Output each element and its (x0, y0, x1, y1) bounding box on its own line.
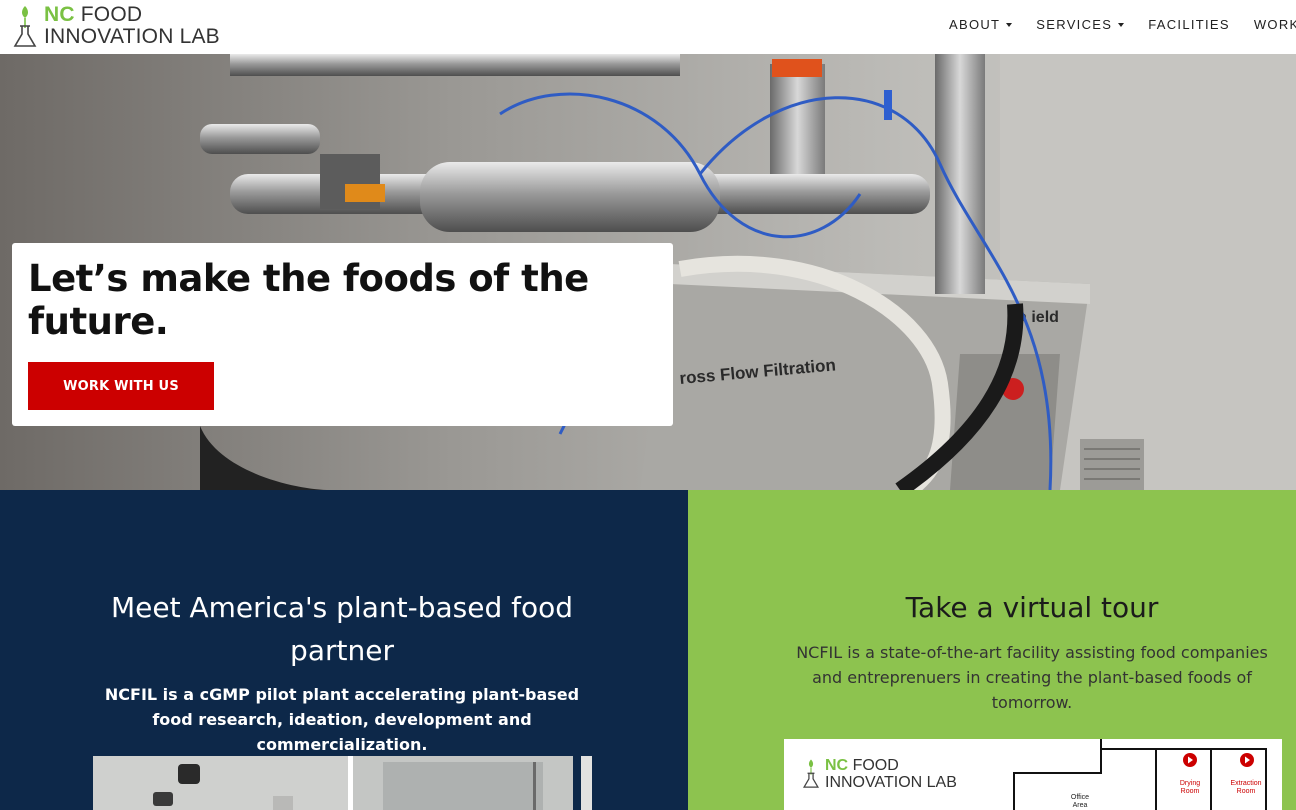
virtual-tour-section: Take a virtual tour NCFIL is a state-of-… (688, 490, 1296, 810)
tour-logo-text: NC FOOD INNOVATION LAB (825, 757, 957, 791)
nav-about-label: ABOUT (949, 17, 1001, 32)
virtual-tour-description: NCFIL is a state-of-the-art facility ass… (796, 643, 1268, 712)
tour-logo: NC FOOD INNOVATION LAB (802, 757, 957, 791)
flask-leaf-icon (802, 759, 820, 788)
hero-title: Let’s make the foods of the future. (28, 257, 589, 343)
tour-logo-nc: NC (825, 757, 849, 774)
logo-nc: NC (44, 3, 75, 26)
nav-facilities-label: FACILITIES (1148, 17, 1230, 32)
chevron-down-icon (1006, 22, 1013, 27)
nav-services-label: SERVICES (1036, 17, 1113, 32)
site-header: NC FOOD INNOVATION LAB ABOUT SERVICES FA… (0, 0, 1296, 54)
hero-card: Let’s make the foods of the future. WORK… (12, 243, 673, 426)
floor-plan-map (1013, 739, 1267, 810)
logo-line2: INNOVATION LAB (44, 25, 220, 48)
nav-work-with-us[interactable]: WORK W (1254, 17, 1296, 32)
office-area-label: Office Area (1070, 794, 1090, 809)
nav-facilities[interactable]: FACILITIES (1148, 17, 1230, 32)
nav-services[interactable]: SERVICES (1036, 17, 1125, 32)
flask-leaf-icon (13, 6, 37, 47)
facility-photo[interactable] (93, 756, 592, 810)
logo-text: NC FOOD INNOVATION LAB (44, 4, 220, 48)
room-label-extraction: Extraction Room (1230, 780, 1262, 795)
hero-section: ross Flow Filtration a ield Let’s make t… (0, 54, 1296, 490)
virtual-tour-card[interactable]: NC FOOD INNOVATION LAB Drying Room Extra… (784, 739, 1282, 810)
chevron-down-icon (1118, 22, 1125, 27)
work-with-us-button[interactable]: WORK WITH US (28, 362, 214, 410)
tour-logo-line2: INNOVATION LAB (825, 774, 957, 791)
logo-line1: FOOD (80, 3, 143, 26)
nav-about[interactable]: ABOUT (949, 17, 1013, 32)
room-label-drying: Drying Room (1179, 780, 1201, 795)
partner-description: NCFIL is a cGMP pilot plant accelerating… (104, 685, 580, 754)
virtual-tour-heading: Take a virtual tour (905, 591, 1159, 624)
tour-logo-line1: FOOD (852, 757, 899, 774)
main-nav: ABOUT SERVICES FACILITIES WORK W (949, 17, 1296, 32)
site-logo[interactable]: NC FOOD INNOVATION LAB (12, 4, 220, 50)
partner-heading: Meet America's plant-based food partner (110, 591, 574, 667)
plant-based-partner-section: Meet America's plant-based food partner … (0, 490, 688, 810)
nav-work-label: WORK W (1253, 17, 1296, 32)
